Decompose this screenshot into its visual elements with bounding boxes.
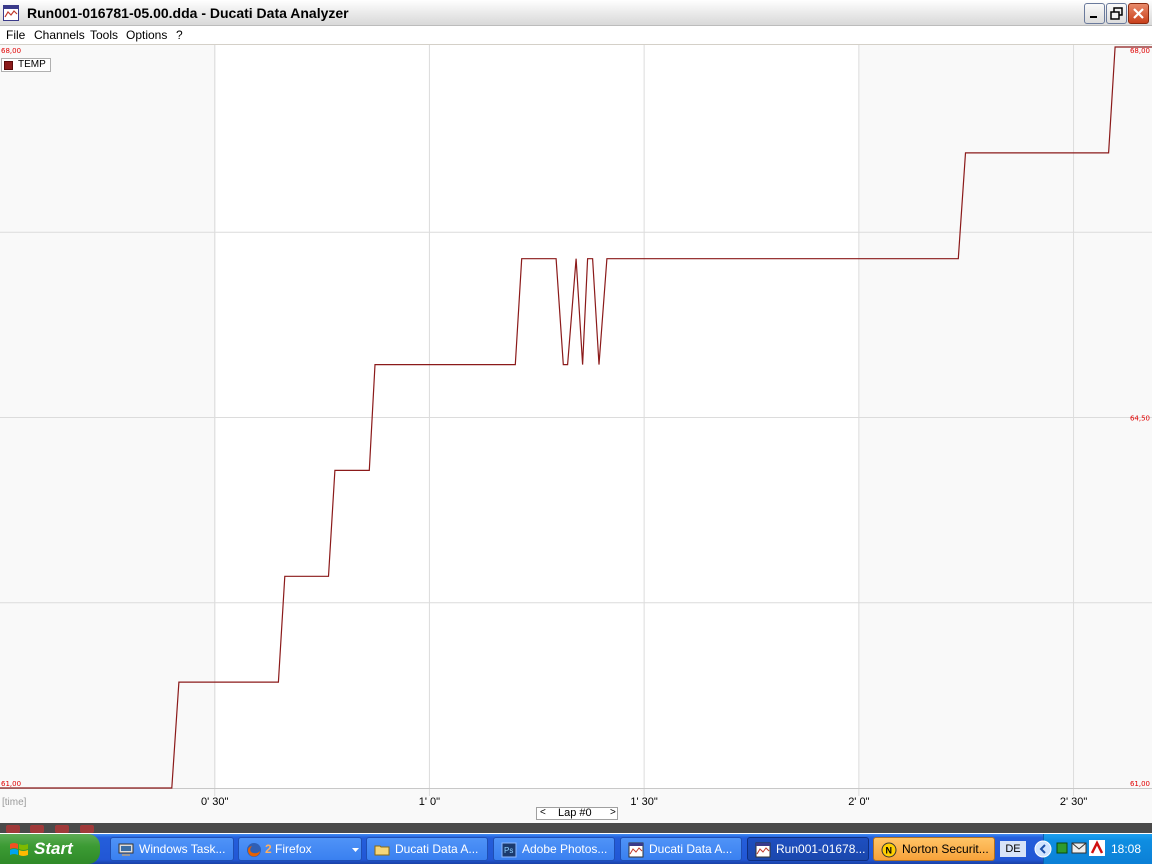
dda-icon — [628, 842, 644, 858]
x-tick-label: 2' 0" — [848, 796, 869, 808]
menu-file[interactable]: File — [6, 28, 25, 42]
y-tick-label: 68,00 — [1, 47, 21, 55]
strip-button[interactable] — [30, 825, 44, 833]
status-strip — [0, 823, 1152, 833]
x-tick-label: 1' 0" — [419, 796, 440, 808]
menu-help[interactable]: ? — [176, 28, 183, 42]
taskbar-item-photoshop[interactable]: Ps Adobe Photos... — [493, 837, 615, 861]
firefox-icon — [247, 843, 261, 857]
window-title: Run001-016781-05.00.dda - Ducati Data An… — [27, 5, 349, 21]
x-tick-label: 2' 30" — [1060, 796, 1088, 808]
task-count: 2 — [265, 842, 272, 856]
antivirus-icon[interactable] — [1089, 840, 1105, 856]
taskbar-item-dda[interactable]: Ducati Data A... — [620, 837, 742, 861]
temp-chart[interactable]: 68,00 61,00 68,00 64,50 61,00 0' 30" 1' 0" 1' 3… — [0, 45, 1152, 823]
close-button[interactable] — [1128, 3, 1149, 24]
menu-bar: File Channels Tools Options ? — [0, 26, 1152, 45]
clock: 18:08 — [1111, 842, 1142, 856]
taskbar-item-folder[interactable]: Ducati Data A... — [366, 837, 488, 861]
start-button[interactable]: Start — [0, 834, 100, 864]
svg-text:N: N — [886, 846, 893, 856]
lap-selector: < Lap #0 > — [536, 807, 618, 820]
task-label: Windows Task... — [139, 842, 226, 856]
folder-icon — [374, 845, 390, 856]
app-icon — [3, 5, 19, 21]
language-indicator[interactable]: DE — [1000, 841, 1026, 857]
mail-icon[interactable] — [1071, 842, 1087, 854]
start-label: Start — [34, 839, 73, 858]
legend[interactable]: TEMP — [1, 58, 51, 72]
y-tick-label: 68,00 — [1130, 47, 1150, 55]
title-bar[interactable]: Run001-016781-05.00.dda - Ducati Data An… — [0, 0, 1152, 26]
strip-button[interactable] — [80, 825, 94, 833]
y-tick-label: 64,50 — [1130, 415, 1150, 423]
tray-expand-icon[interactable] — [1034, 840, 1052, 858]
taskbar-item-task-manager[interactable]: Windows Task... — [110, 837, 234, 861]
taskbar-item-norton[interactable]: N Norton Securit... — [873, 837, 995, 861]
x-axis-label: [time] — [2, 797, 27, 808]
minimize-button[interactable] — [1084, 3, 1105, 24]
task-label: Ducati Data A... — [649, 842, 733, 856]
app-window: Run001-016781-05.00.dda - Ducati Data An… — [0, 0, 1152, 864]
task-label: Adobe Photos... — [522, 842, 608, 856]
task-label: Firefox — [275, 842, 312, 856]
windows-logo-icon — [10, 843, 28, 856]
lap-label: Lap #0 — [558, 807, 592, 819]
restore-button[interactable] — [1106, 3, 1127, 24]
legend-label: TEMP — [18, 59, 46, 70]
computer-icon — [118, 843, 134, 856]
menu-tools[interactable]: Tools — [90, 28, 118, 42]
menu-channels[interactable]: Channels — [34, 28, 85, 42]
taskbar-item-run001[interactable]: Run001-01678... — [747, 837, 869, 861]
strip-button[interactable] — [6, 825, 20, 833]
network-icon[interactable] — [1056, 842, 1068, 854]
system-tray: 18:08 — [1034, 834, 1152, 864]
task-label: Ducati Data A... — [395, 842, 479, 856]
lap-next-button[interactable]: > — [610, 807, 616, 818]
legend-swatch — [4, 61, 13, 70]
task-label: Run001-01678... — [776, 842, 866, 856]
plot-band — [216, 45, 859, 788]
dda-icon — [755, 842, 771, 858]
photoshop-icon: Ps — [501, 842, 517, 858]
taskbar-item-firefox[interactable]: 2 Firefox — [238, 837, 362, 861]
chart-area[interactable]: 68,00 61,00 68,00 64,50 61,00 0' 30" 1' 0" 1' 3… — [0, 45, 1152, 823]
taskbar: Start Windows Task... 2 Firefox Ducati D… — [0, 834, 1152, 864]
y-tick-label: 61,00 — [1, 780, 21, 788]
x-tick-label: 0' 30" — [201, 796, 229, 808]
x-tick-label: 1' 30" — [630, 796, 658, 808]
strip-button[interactable] — [55, 825, 69, 833]
task-label: Norton Securit... — [902, 842, 989, 856]
svg-text:Ps: Ps — [504, 846, 513, 855]
y-tick-label: 61,00 — [1130, 780, 1150, 788]
menu-options[interactable]: Options — [126, 28, 167, 42]
chevron-down-icon — [352, 848, 359, 852]
lap-prev-button[interactable]: < — [540, 807, 546, 818]
norton-icon: N — [881, 842, 897, 858]
